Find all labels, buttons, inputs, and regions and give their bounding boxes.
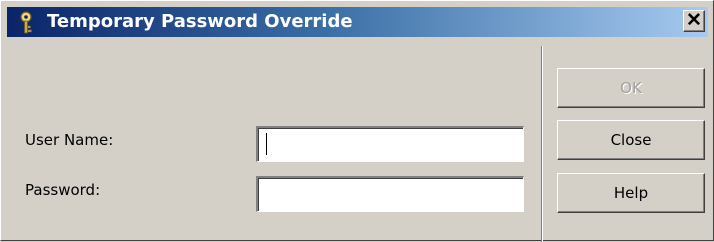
title-bar[interactable]: Temporary Password Override ✕: [7, 7, 708, 37]
ok-button[interactable]: OK: [557, 68, 705, 108]
user-name-label: User Name:: [25, 131, 114, 149]
help-button[interactable]: Help: [557, 173, 705, 213]
password-field-frame: [256, 176, 524, 212]
text-caret: [266, 133, 267, 155]
close-button[interactable]: Close: [557, 120, 705, 160]
dialog-title: Temporary Password Override: [47, 11, 353, 32]
password-input[interactable]: [258, 178, 523, 211]
close-window-button[interactable]: ✕: [683, 10, 705, 32]
user-name-input[interactable]: [258, 128, 523, 161]
password-label: Password:: [25, 181, 101, 199]
key-icon: [20, 11, 32, 34]
user-name-field-frame: [256, 126, 524, 162]
password-override-dialog: Temporary Password Override ✕ User Name:…: [0, 0, 714, 242]
vertical-divider: [541, 46, 543, 242]
close-icon: ✕: [686, 10, 702, 31]
